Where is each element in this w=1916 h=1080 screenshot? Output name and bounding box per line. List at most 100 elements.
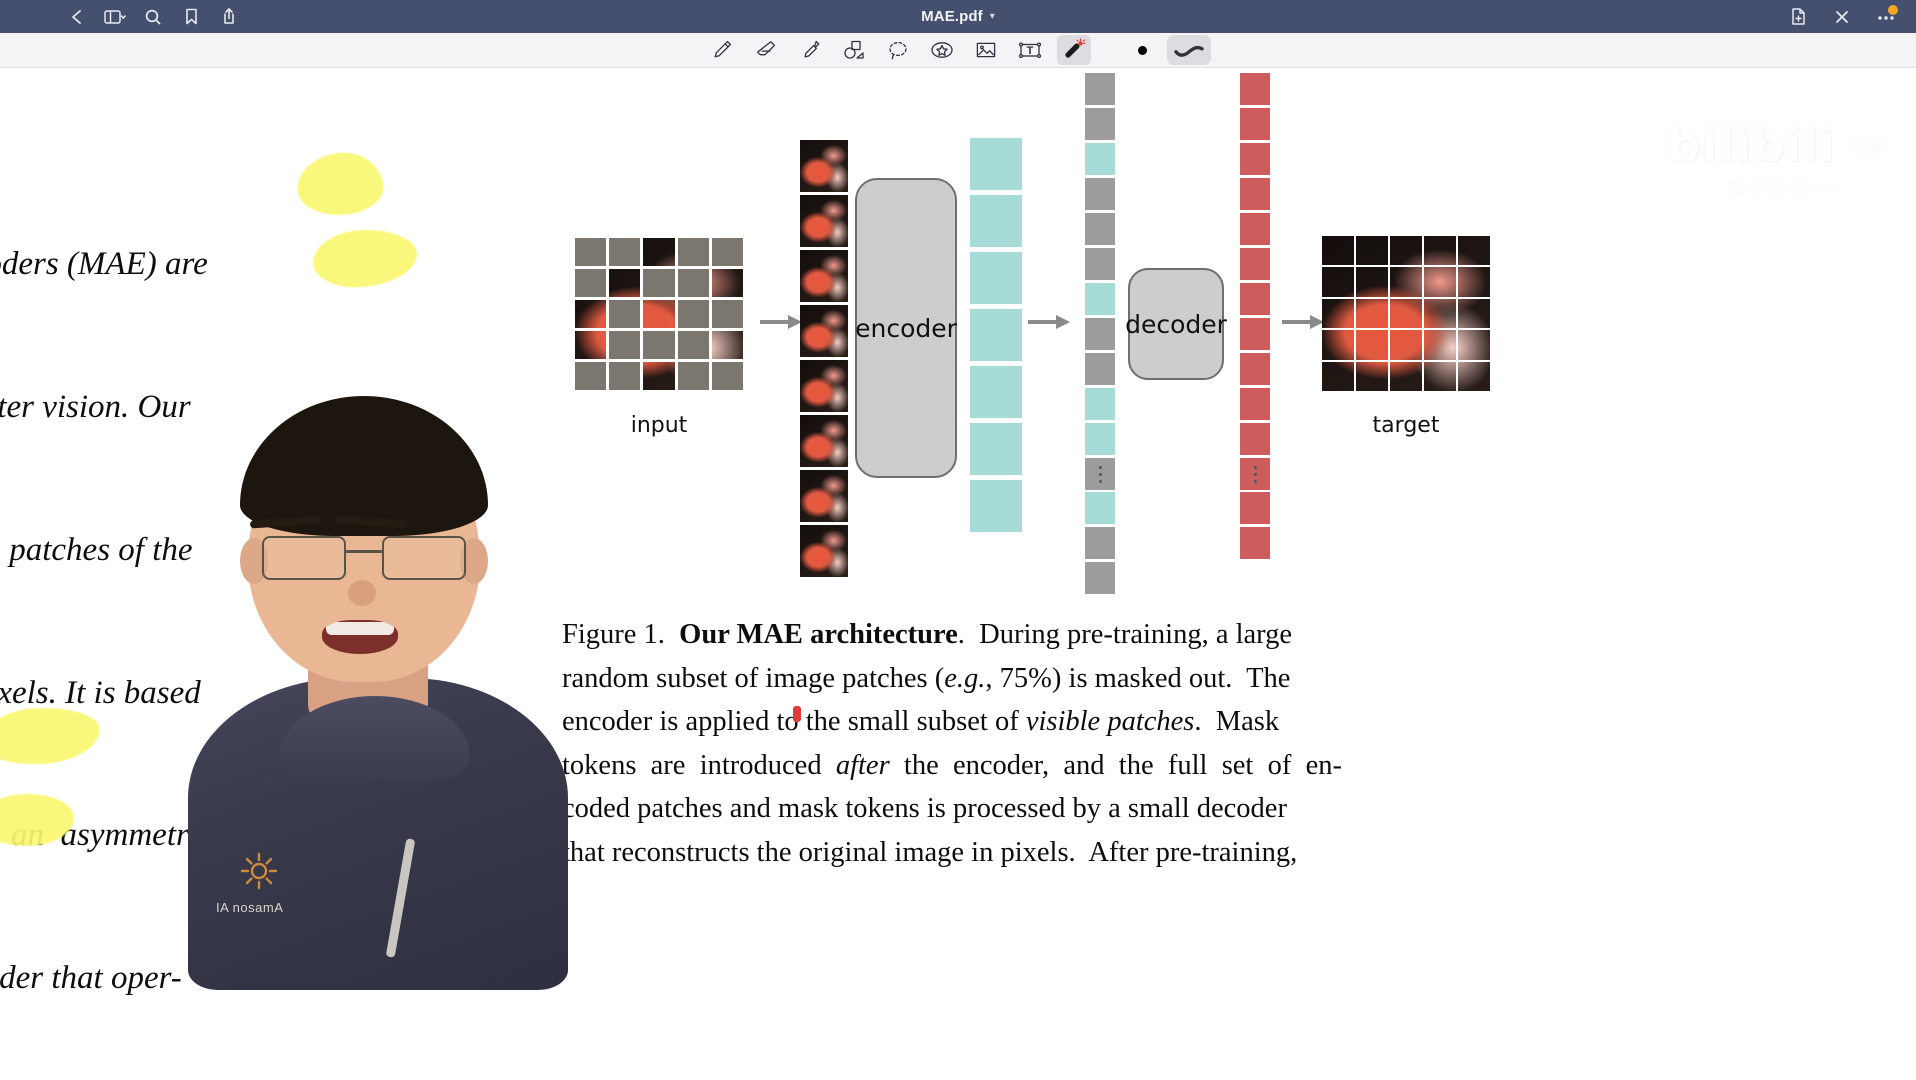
shapes-tool[interactable] (837, 35, 871, 65)
target-patch (1424, 267, 1456, 297)
reconstruction-token (1240, 213, 1270, 245)
target-patch (1424, 236, 1456, 266)
text-box-tool[interactable]: T (1013, 35, 1047, 65)
reconstruction-token (1240, 318, 1270, 350)
target-patch (1322, 298, 1354, 329)
target-patch (1424, 298, 1456, 329)
input-patch-masked (643, 331, 675, 359)
marker-tool[interactable] (1057, 35, 1091, 65)
pen-annotation-mark (793, 706, 801, 722)
input-patch-masked (677, 331, 709, 359)
highlighter-tool[interactable] (793, 35, 827, 65)
visible-patch (800, 305, 848, 357)
encoded-token (1085, 283, 1115, 315)
reconstruction-token (1240, 283, 1270, 315)
latent-token (970, 309, 1022, 361)
target-patch (1458, 330, 1490, 360)
exclusive-badge: 独家 (1846, 120, 1896, 170)
back-button[interactable] (58, 2, 96, 32)
encoder-box: encoder (855, 178, 957, 478)
latent-token (970, 423, 1022, 475)
latent-token (970, 366, 1022, 418)
input-patch-visible (711, 269, 743, 297)
search-button[interactable] (134, 2, 172, 32)
watermark-subtitle: 跟李沐学AI (1725, 179, 1838, 200)
more-button[interactable] (1866, 2, 1906, 32)
latent-tokens-column (970, 138, 1022, 537)
caption-run: tokens are introduced (562, 749, 836, 781)
glasses-bridge (346, 550, 382, 553)
target-patch (1390, 298, 1422, 329)
presenter-hair (240, 396, 488, 536)
close-button[interactable] (1822, 2, 1862, 32)
document-title-menu[interactable]: MAE.pdf ▾ (921, 8, 995, 25)
image-tool[interactable] (969, 35, 1003, 65)
mask-token (1085, 178, 1115, 210)
reconstruction-token (1240, 423, 1270, 455)
figure-caption: Figure 1. Our MAE architecture. During p… (562, 613, 1514, 874)
reconstruction-tokens-column (1240, 73, 1270, 493)
sidebar-toggle-button[interactable] (96, 2, 134, 32)
input-patch-masked (643, 269, 675, 297)
caption-run: random subset of image patches ( (562, 662, 945, 694)
eraser-tool[interactable] (749, 35, 783, 65)
decoder-label: decoder (1125, 309, 1227, 339)
target-patch (1322, 361, 1354, 391)
input-patch-visible (643, 300, 675, 328)
visible-patch (800, 140, 848, 192)
input-patch-masked (575, 362, 607, 390)
presenter-webcam-overlay: IA nosamA (188, 368, 568, 990)
caption-line: that reconstructs the original image in … (562, 831, 1514, 875)
lasso-tool[interactable] (881, 35, 915, 65)
pen-tool[interactable] (705, 35, 739, 65)
annotation-toolbar: T (0, 33, 1916, 68)
mask-and-encoded-tokens-column (1085, 73, 1115, 493)
caption-line: random subset of image patches (e.g., 75… (562, 657, 1514, 701)
caption-run: , 75%) is masked out. The (985, 662, 1291, 694)
new-page-button[interactable] (1778, 2, 1818, 32)
caption-line: encoder is applied to the small subset o… (562, 700, 1514, 744)
bookmark-button[interactable] (172, 2, 210, 32)
mask-token (1085, 353, 1115, 385)
reconstruction-token (1240, 492, 1270, 524)
caption-run: coded patches and mask tokens is process… (562, 793, 1287, 824)
target-patch (1322, 330, 1354, 360)
input-patch-visible (643, 238, 675, 266)
reconstruction-token (1240, 73, 1270, 105)
input-label: input (630, 413, 688, 438)
reconstruction-tokens-column-lower (1240, 492, 1270, 562)
stroke-width-swatch[interactable] (1167, 35, 1211, 65)
encoded-token (1085, 388, 1115, 420)
presenter-teeth (326, 622, 394, 635)
reconstruction-token (1240, 388, 1270, 420)
bilibili-logo-text: bilibili (1667, 118, 1836, 172)
abstract-line: sked autoencoders (MAE) are (0, 246, 208, 283)
caption-run: Our MAE architecture (679, 619, 958, 650)
input-patch-visible (711, 331, 743, 359)
pdf-page-canvas[interactable]: tract sked autoencoders (MAE) are ers fo… (0, 68, 1916, 1080)
input-patch-masked (575, 238, 607, 266)
encoded-token (1085, 492, 1115, 524)
chevron-down-icon[interactable]: ▾ (990, 11, 995, 22)
reconstruction-token (1240, 353, 1270, 385)
input-patch-masked (609, 331, 641, 359)
input-patch-masked (711, 238, 743, 266)
presenter-mouth (322, 620, 398, 654)
hoodie-gear-logo-icon (236, 848, 282, 894)
visible-patch (800, 415, 848, 467)
caption-line: Figure 1. Our MAE architecture. During p… (562, 613, 1514, 657)
title-bar-right-controls (1778, 0, 1906, 33)
share-button[interactable] (210, 2, 248, 32)
target-patch (1390, 236, 1422, 266)
hoodie-logo-text: IA nosamA (216, 900, 284, 915)
caption-run: Figure 1. (562, 619, 680, 650)
color-swatch[interactable] (1127, 35, 1157, 65)
latent-token (970, 195, 1022, 247)
visible-patches-column (800, 140, 848, 580)
visible-patch (800, 195, 848, 247)
input-patch-grid (575, 238, 743, 390)
target-patch (1458, 267, 1490, 297)
caption-line: coded patches and mask tokens is process… (562, 787, 1514, 831)
presenter-nose (348, 580, 376, 606)
sticker-star-icon[interactable] (925, 35, 959, 65)
